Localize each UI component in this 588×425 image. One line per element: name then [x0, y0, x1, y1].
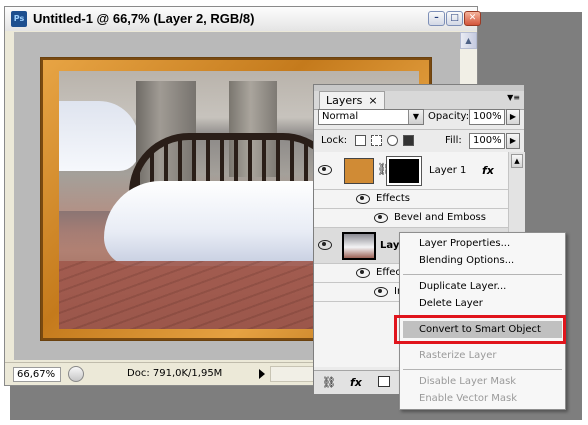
title-bar[interactable]: Ps Untitled-1 @ 66,7% (Layer 2, RGB/8) –… — [5, 7, 481, 31]
fx-icon[interactable]: fx — [482, 164, 494, 177]
status-icon[interactable] — [68, 366, 84, 382]
opacity-arrow-icon[interactable]: ▶ — [506, 109, 520, 125]
effects-row[interactable]: Effects — [314, 190, 508, 209]
tab-layers[interactable]: Layers × — [319, 91, 385, 110]
eye-icon[interactable] — [374, 287, 388, 297]
scroll-up-icon[interactable]: ▲ — [460, 32, 477, 49]
blend-mode-value: Normal — [322, 111, 359, 122]
lock-row: Lock: Fill: 100% ▶ — [314, 129, 524, 153]
menu-item-delete-layer[interactable]: Delete Layer — [419, 298, 483, 309]
effects-label: Effects — [376, 193, 410, 204]
layer-row[interactable]: ⛓ Layer 1 fx — [314, 152, 508, 190]
fill-arrow-icon[interactable]: ▶ — [506, 133, 520, 149]
tab-layers-label: Layers — [326, 94, 363, 107]
eye-icon[interactable] — [356, 194, 370, 204]
chevron-down-icon: ▼ — [408, 110, 423, 124]
layer-thumbnail — [342, 232, 376, 260]
lock-position-icon[interactable] — [387, 135, 398, 146]
eye-icon[interactable] — [318, 165, 332, 175]
highlight-box — [394, 315, 566, 344]
maximize-button[interactable]: □ — [446, 11, 463, 26]
effect-label: Bevel and Emboss — [394, 212, 486, 223]
add-style-icon[interactable]: fx — [350, 376, 362, 389]
layer-mask-thumbnail[interactable] — [386, 156, 422, 186]
eye-icon[interactable] — [318, 240, 332, 250]
panel-menu-icon[interactable]: ▼≡ — [507, 93, 520, 102]
panel-tabs: Layers × ▼≡ — [314, 91, 524, 110]
menu-item-blending-options[interactable]: Blending Options... — [419, 255, 514, 266]
menu-separator — [403, 369, 562, 370]
link-layers-icon[interactable]: ⛓ — [322, 376, 336, 389]
menu-item-disable-layer-mask[interactable]: Disable Layer Mask — [419, 376, 516, 387]
lock-transparency-icon[interactable] — [355, 135, 366, 146]
effect-row[interactable]: Bevel and Emboss — [314, 209, 508, 228]
opacity-label: Opacity: — [428, 111, 470, 122]
minimize-button[interactable]: – — [428, 11, 445, 26]
menu-item-enable-vector-mask[interactable]: Enable Vector Mask — [419, 393, 517, 404]
menu-item-duplicate-layer[interactable]: Duplicate Layer... — [419, 281, 506, 292]
layer-thumbnail — [344, 158, 374, 184]
document-info: Doc: 791,0K/1,95M — [127, 368, 223, 379]
snow-bank — [59, 101, 139, 171]
menu-item-rasterize-layer[interactable]: Rasterize Layer — [419, 350, 497, 361]
fill-input[interactable]: 100% — [469, 133, 505, 149]
opacity-input[interactable]: 100% — [469, 109, 505, 125]
close-button[interactable]: ✕ — [464, 11, 481, 26]
eye-icon[interactable] — [356, 268, 370, 278]
window-title: Untitled-1 @ 66,7% (Layer 2, RGB/8) — [33, 11, 255, 26]
status-menu-arrow-icon[interactable] — [259, 369, 265, 379]
add-mask-icon[interactable] — [378, 376, 390, 387]
blend-mode-select[interactable]: Normal ▼ — [318, 109, 424, 125]
menu-separator — [403, 274, 562, 275]
scroll-up-icon[interactable]: ▲ — [511, 154, 523, 168]
fill-label: Fill: — [445, 135, 462, 146]
lock-all-icon[interactable] — [403, 135, 414, 146]
eye-icon[interactable] — [374, 213, 388, 223]
photoshop-icon: Ps — [11, 11, 27, 27]
tab-close-icon[interactable]: × — [368, 94, 377, 107]
layer-name: Layer 1 — [429, 165, 467, 176]
lock-label: Lock: — [321, 135, 348, 146]
zoom-field[interactable]: 66,67% — [13, 367, 61, 382]
lock-pixels-icon[interactable] — [371, 135, 382, 146]
layer-name: Lay — [380, 240, 400, 251]
menu-item-layer-properties[interactable]: Layer Properties... — [419, 238, 510, 249]
